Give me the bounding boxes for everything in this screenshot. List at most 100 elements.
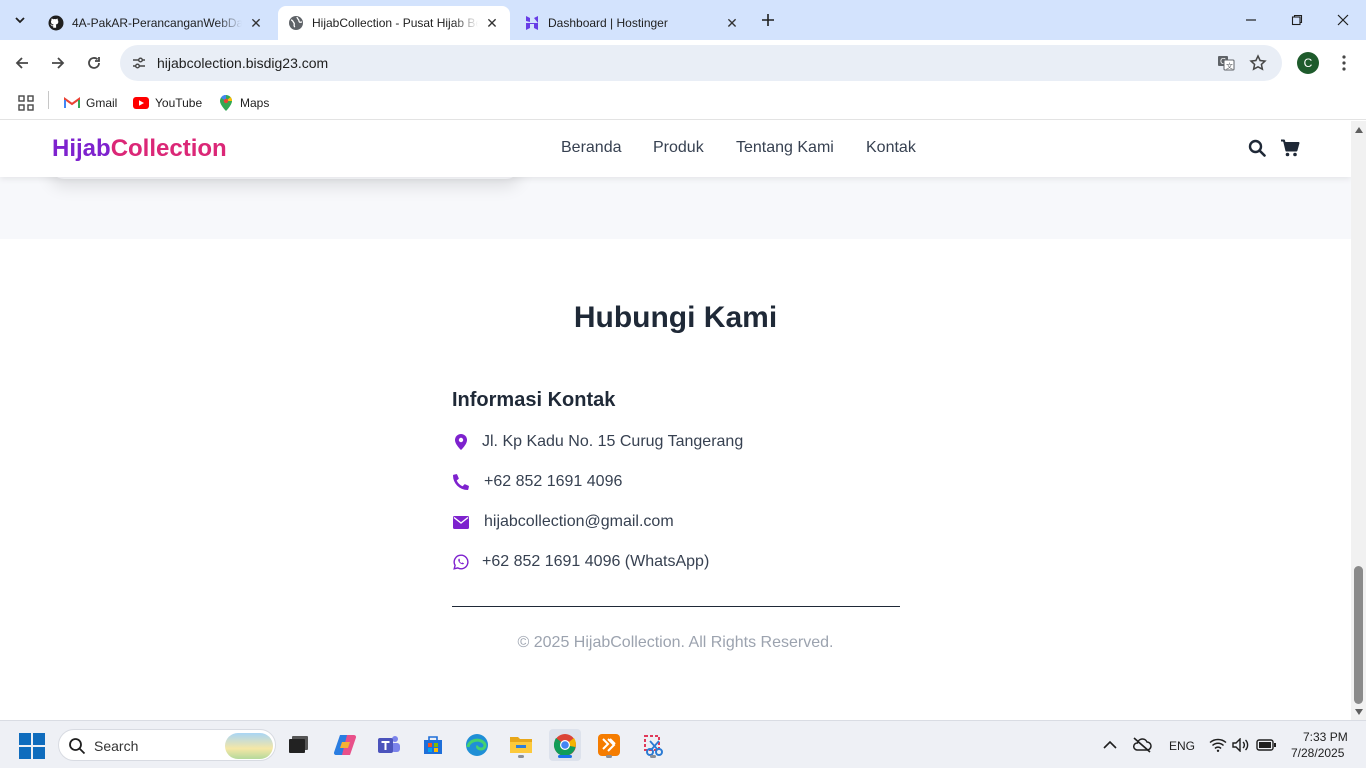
copyright-text: © 2025 HijabCollection. All Rights Reser… [517, 634, 834, 651]
contact-address: Jl. Kp Kadu No. 15 Curug Tangerang [452, 433, 743, 451]
translate-icon[interactable]: G文 [1215, 52, 1237, 74]
nav-link-tentang-kami[interactable]: Tentang Kami [736, 139, 834, 157]
plus-icon [762, 14, 774, 26]
bookmark-gmail[interactable]: Gmail [64, 92, 117, 114]
tab-hostinger[interactable]: Dashboard | Hostinger ✕ [514, 6, 750, 40]
active-app-indicator [558, 755, 572, 758]
logo-part-collection: Collection [110, 135, 227, 162]
bookmark-label: Gmail [86, 96, 118, 110]
page-viewport: HijabCollection Beranda Produk Tentang K… [0, 121, 1351, 720]
bookmark-label: YouTube [155, 96, 203, 110]
svg-text:文: 文 [1226, 62, 1233, 71]
copilot-icon[interactable] [329, 729, 361, 761]
site-info-icon[interactable] [128, 52, 150, 74]
reload-button[interactable] [80, 49, 108, 77]
gmail-icon [64, 95, 80, 111]
search-highlight-image [225, 733, 273, 759]
windows-taskbar: Search ENG 7:33 PM 7/28/2025 [0, 720, 1366, 768]
chevron-down-icon [15, 17, 25, 24]
phone-icon [452, 473, 470, 491]
globe-icon [288, 15, 304, 31]
tab-github[interactable]: 4A-PakAR-PerancanganWebDan ✕ [38, 6, 274, 40]
clock-time[interactable]: 7:33 PM [1303, 730, 1348, 744]
wifi-icon[interactable] [1208, 735, 1228, 755]
file-explorer-icon[interactable] [505, 729, 537, 761]
language-indicator[interactable]: ENG [1169, 739, 1195, 753]
bookmark-star-icon[interactable] [1247, 52, 1269, 74]
taskbar-search-box[interactable]: Search [58, 729, 276, 761]
github-icon [48, 15, 64, 31]
bookmark-label: Maps [240, 96, 270, 110]
search-icon[interactable] [1246, 137, 1268, 159]
minimize-button[interactable] [1228, 0, 1274, 40]
nav-link-kontak[interactable]: Kontak [866, 139, 916, 157]
browser-menu-button[interactable] [1332, 50, 1356, 76]
microsoft-store-icon[interactable] [417, 729, 449, 761]
profile-avatar[interactable]: C [1297, 52, 1319, 74]
bookmark-maps[interactable]: Maps [218, 92, 269, 114]
scroll-down-arrow-icon[interactable] [1354, 707, 1363, 716]
teams-icon[interactable] [373, 729, 405, 761]
nav-link-beranda[interactable]: Beranda [561, 139, 622, 157]
nav-link-produk[interactable]: Produk [653, 139, 704, 157]
close-tab-icon[interactable]: ✕ [724, 15, 740, 31]
site-navbar: HijabCollection Beranda Produk Tentang K… [0, 121, 1351, 177]
bookmark-youtube[interactable]: YouTube [133, 92, 202, 114]
close-tab-icon[interactable]: ✕ [248, 15, 264, 31]
contact-whatsapp[interactable]: +62 852 1691 4096 (WhatsApp) [452, 553, 709, 571]
contact-whatsapp-text: +62 852 1691 4096 (WhatsApp) [482, 553, 710, 570]
more-vertical-icon [1342, 55, 1346, 71]
url-text: hijabcolection.bisdig23.com [157, 55, 329, 71]
chevron-up-icon[interactable] [1100, 735, 1120, 755]
new-tab-button[interactable] [756, 8, 780, 32]
reload-icon [88, 57, 100, 69]
contact-phone[interactable]: +62 852 1691 4096 [452, 473, 622, 491]
apps-grid-icon [18, 95, 34, 111]
task-view-icon[interactable] [283, 729, 315, 761]
address-bar[interactable]: hijabcolection.bisdig23.com G文 [120, 45, 1282, 81]
contact-section-title: Hubungi Kami [573, 301, 778, 334]
tab-search-button[interactable] [6, 6, 34, 34]
running-indicator [650, 755, 656, 758]
taskbar-search-placeholder: Search [94, 738, 139, 754]
volume-icon[interactable] [1231, 735, 1251, 755]
arrow-left-icon [15, 57, 28, 69]
windows-start-icon[interactable] [19, 733, 45, 759]
close-tab-icon[interactable]: ✕ [484, 15, 500, 31]
chrome-icon[interactable] [549, 729, 581, 761]
forward-button[interactable] [44, 49, 72, 77]
page-scrollbar[interactable] [1351, 121, 1366, 720]
tab-hijabcollection[interactable]: HijabCollection - Pusat Hijab Be ✕ [278, 6, 510, 40]
map-marker-icon [452, 433, 470, 451]
youtube-icon [133, 95, 149, 111]
site-logo[interactable]: HijabCollection [52, 135, 227, 163]
scrollbar-thumb[interactable] [1354, 566, 1363, 704]
bookmarks-divider [48, 91, 49, 109]
contact-address-text: Jl. Kp Kadu No. 15 Curug Tangerang [482, 433, 744, 450]
envelope-icon [452, 513, 470, 531]
back-button[interactable] [8, 49, 36, 77]
cart-icon[interactable] [1279, 137, 1301, 159]
contact-phone-text: +62 852 1691 4096 [484, 473, 623, 490]
contact-info-heading: Informasi Kontak [452, 389, 616, 411]
battery-icon[interactable] [1256, 735, 1276, 755]
restore-icon [1291, 14, 1303, 26]
whatsapp-icon [452, 553, 470, 571]
snipping-tool-icon[interactable] [637, 729, 669, 761]
close-window-button[interactable] [1320, 0, 1366, 40]
xampp-icon[interactable] [593, 729, 625, 761]
close-icon [1337, 14, 1349, 26]
arrow-right-icon [52, 57, 65, 69]
logo-part-hijab: Hijab [52, 135, 111, 162]
apps-button[interactable] [18, 92, 34, 114]
contact-email[interactable]: hijabcollection@gmail.com [452, 513, 674, 531]
clock-date[interactable]: 7/28/2025 [1291, 746, 1344, 760]
restore-button[interactable] [1274, 0, 1320, 40]
contact-email-text: hijabcollection@gmail.com [484, 513, 674, 530]
browser-toolbar: hijabcolection.bisdig23.com G文 C [0, 40, 1366, 86]
edge-browser-icon[interactable] [461, 729, 493, 761]
scroll-up-arrow-icon[interactable] [1354, 125, 1363, 134]
footer-divider [452, 606, 900, 607]
minimize-icon [1246, 19, 1256, 21]
cloud-offline-icon[interactable] [1132, 735, 1152, 755]
